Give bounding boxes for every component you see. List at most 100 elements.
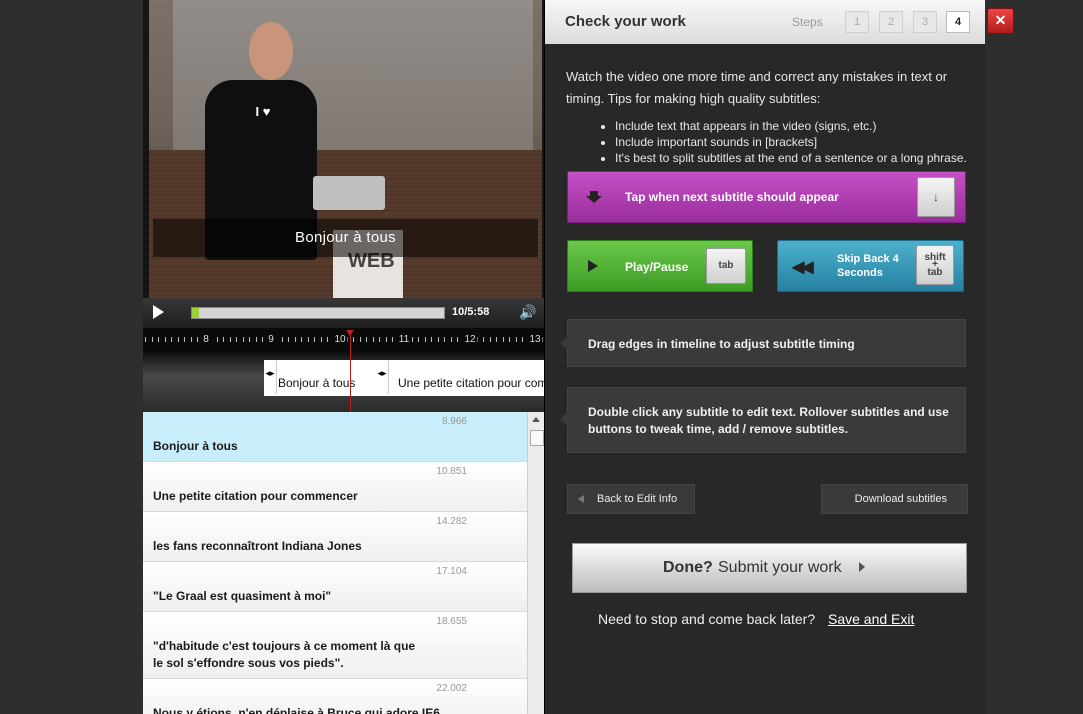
step-2[interactable]: 2: [879, 11, 903, 33]
volume-icon[interactable]: 🔊: [519, 304, 537, 320]
timeline-tip-text: Drag edges in timeline to adjust subtitl…: [588, 337, 855, 351]
drag-handle-icon[interactable]: ◂▸: [376, 360, 389, 394]
ruler-label: 8: [201, 334, 211, 345]
play-icon[interactable]: [153, 305, 164, 319]
step-3[interactable]: 3: [913, 11, 937, 33]
step-4[interactable]: 4: [946, 11, 970, 33]
ruler-tick: [177, 337, 179, 342]
ruler-tick: [372, 337, 374, 342]
ruler-label: 9: [266, 334, 276, 345]
timeline-track[interactable]: ◂▸ Bonjour à tous ◂▸ Une petite citation…: [143, 352, 566, 412]
ruler-tick: [223, 337, 224, 342]
panel-header: Check your work Steps 1 2 3 4: [545, 0, 985, 44]
ruler-tick: [320, 337, 322, 342]
subtitle-row[interactable]: 8.966 Bonjour à tous: [143, 412, 527, 462]
subtitle-time: 8.966: [441, 416, 467, 427]
scrollbar-thumb[interactable]: [530, 430, 544, 446]
ruler-tick: [385, 337, 387, 342]
ruler-label: 11: [396, 334, 412, 345]
subtitle-text[interactable]: les fans reconnaîtront Indiana Jones: [143, 512, 527, 561]
subtitle-time: 18.655: [436, 616, 467, 627]
tip-item: Include important sounds in [brackets]: [615, 134, 967, 150]
subtitle-row[interactable]: 10.851 Une petite citation pour commencer: [143, 462, 527, 512]
subtitle-text[interactable]: "d'habitude c'est toujours à ce moment l…: [143, 612, 527, 678]
ruler-tick: [502, 337, 504, 342]
ruler-tick: [158, 337, 159, 342]
speaker-head: [249, 22, 293, 80]
ruler-tick: [431, 337, 432, 342]
ruler-tick: [190, 337, 192, 342]
ruler-tick: [379, 337, 380, 342]
subtitle-row[interactable]: 22.002 Nous y étions, n'en déplaise à Bru…: [143, 679, 527, 714]
ruler-tick: [424, 337, 426, 342]
ruler-tick: [216, 337, 218, 342]
ruler-tick: [145, 337, 146, 342]
skip-back-button[interactable]: ◀◀ Skip Back 4 Seconds shift + tab: [777, 240, 964, 292]
timeline-subtitle-text: Bonjour à tous: [278, 376, 356, 390]
step-1[interactable]: 1: [845, 11, 869, 33]
shift-tab-key-hint: shift + tab: [916, 245, 954, 285]
subtitle-row[interactable]: 18.655 "d'habitude c'est toujours à ce mo…: [143, 612, 527, 679]
video-player[interactable]: I ♥ WEB Bonjour à tous: [143, 0, 544, 298]
scrollbar[interactable]: [527, 412, 545, 714]
playhead[interactable]: [350, 330, 351, 412]
progress-bar[interactable]: [191, 307, 445, 319]
subtitle-text[interactable]: Nous y étions, n'en déplaise à Bruce qui…: [143, 679, 527, 714]
subtitle-editor-dialog: I ♥ WEB Bonjour à tous 10/5:58 🔊 8 9 10 11 1…: [143, 0, 985, 714]
timeline-ruler: 8 9 10 11 12 13: [143, 328, 544, 352]
ruler-tick: [151, 337, 153, 342]
ruler-tick: [457, 337, 458, 342]
subtitle-text[interactable]: Une petite citation pour commencer: [143, 462, 527, 511]
play-icon: [588, 260, 598, 272]
ruler-tick: [249, 337, 250, 342]
progress-fill: [192, 308, 199, 318]
subtitle-time: 22.002: [436, 683, 467, 694]
download-subtitles-button[interactable]: Download subtitles: [821, 484, 968, 514]
timeline-subtitle-text: Une petite citation pour com: [398, 376, 548, 390]
down-key-hint: ↓: [917, 177, 955, 217]
ruler-tick: [411, 337, 413, 342]
play-pause-button[interactable]: Play/Pause tab: [567, 240, 753, 292]
playhead-marker-icon[interactable]: [346, 330, 354, 336]
ruler-tick: [229, 337, 231, 342]
scroll-up-icon[interactable]: [532, 417, 540, 422]
timeline-subtitle-block[interactable]: ◂▸ Une petite citation pour com: [376, 360, 566, 396]
ruler-tick: [171, 337, 172, 342]
submit-work-button[interactable]: Done? Submit your work: [572, 543, 967, 593]
subtitle-text[interactable]: Bonjour à tous: [143, 412, 527, 461]
ruler-tick: [262, 337, 263, 342]
back-to-edit-info-button[interactable]: Back to Edit Info: [567, 484, 695, 514]
laptop: [313, 176, 385, 210]
subtitle-text[interactable]: "Le Graal est quasiment à moi": [143, 562, 527, 611]
arrow-right-icon: [859, 562, 865, 572]
page-title: Check your work: [565, 13, 686, 30]
ruler-tick: [327, 337, 328, 342]
back-button-label: Back to Edit Info: [597, 493, 678, 505]
timeline-subtitle-block[interactable]: ◂▸ Bonjour à tous: [264, 360, 390, 396]
ruler-tick: [483, 337, 484, 342]
ruler-tick: [314, 337, 315, 342]
ruler-tick: [515, 337, 517, 342]
subtitle-time: 17.104: [436, 566, 467, 577]
close-icon[interactable]: ✕: [987, 8, 1014, 34]
key-hint-line: tab: [927, 267, 943, 278]
time-display: 10/5:58: [452, 306, 490, 318]
caption-overlay: Bonjour à tous: [153, 219, 538, 257]
subtitle-time: 10.851: [436, 466, 467, 477]
ruler-tick: [294, 337, 296, 342]
save-and-exit-link[interactable]: Save and Exit: [828, 611, 914, 627]
ruler-tick: [489, 337, 491, 342]
subtitle-list: 8.966 Bonjour à tous 10.851 Une petite cita…: [143, 412, 527, 714]
ruler-label: 12: [462, 334, 478, 345]
ruler-tick: [307, 337, 309, 342]
drag-handle-icon[interactable]: ◂▸: [264, 360, 277, 394]
ruler-tick: [281, 337, 283, 342]
tap-next-subtitle-button[interactable]: Tap when next subtitle should appear ↓: [567, 171, 966, 223]
subtitle-row[interactable]: 14.282 les fans reconnaîtront Indiana Jon…: [143, 512, 527, 562]
edit-tip: Double click any subtitle to edit text. …: [560, 387, 966, 453]
tab-key-hint: tab: [706, 248, 746, 284]
video-controls: 10/5:58 🔊: [143, 298, 544, 328]
ruler-tick: [444, 337, 445, 342]
subtitle-row[interactable]: 17.104 "Le Graal est quasiment à moi": [143, 562, 527, 612]
ruler-tick: [288, 337, 289, 342]
